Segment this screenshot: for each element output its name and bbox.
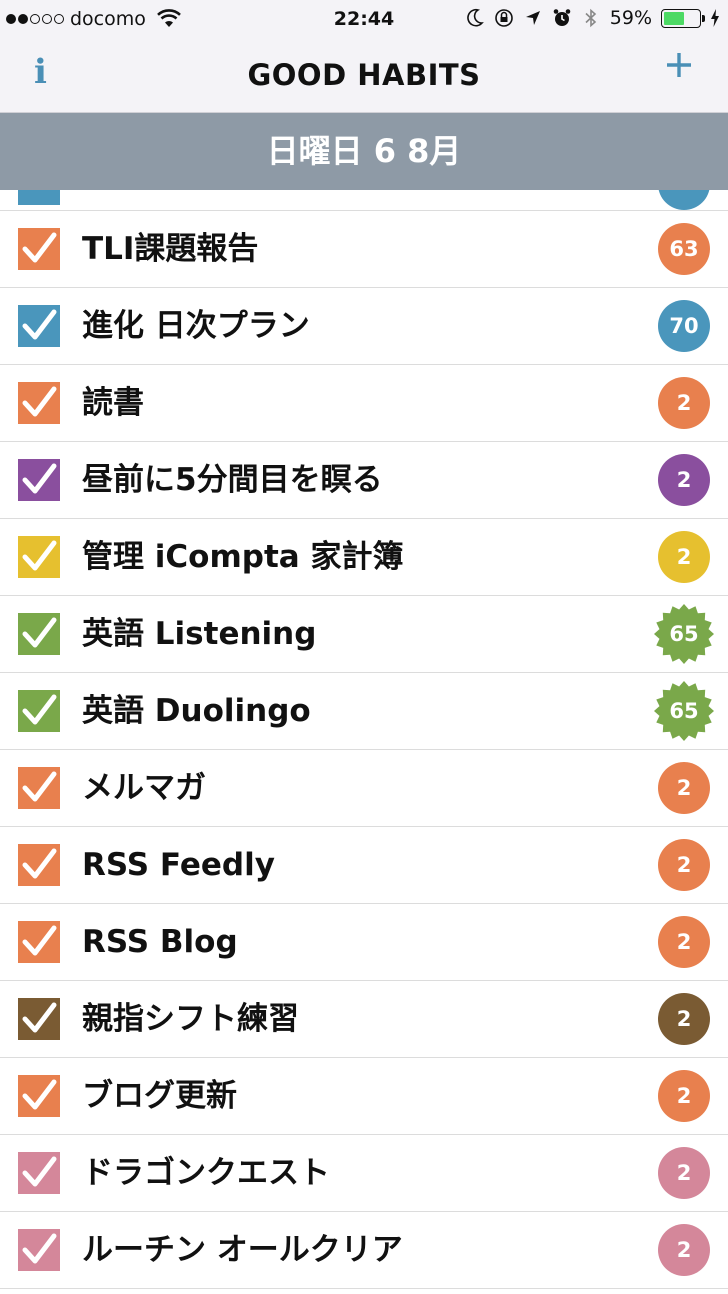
habit-checkbox[interactable]: [18, 305, 60, 347]
moon-icon: [467, 8, 484, 27]
habit-label: TLI課題報告: [82, 231, 259, 267]
habit-label: メルマガ: [82, 770, 206, 806]
habit-checkbox[interactable]: [18, 228, 60, 270]
checkmark-icon: [18, 690, 60, 732]
habit-row[interactable]: 読書 2: [0, 365, 728, 442]
alarm-icon: [553, 9, 571, 26]
habit-row[interactable]: 進化 日次プラン 70: [0, 288, 728, 365]
habit-row[interactable]: メルマガ 2: [0, 750, 728, 827]
habit-checkbox[interactable]: [18, 844, 60, 886]
habit-row[interactable]: 英語 Listening 65: [0, 596, 728, 673]
streak-count-badge: 2: [658, 993, 710, 1045]
streak-count: 65: [669, 699, 699, 723]
habit-checkbox[interactable]: [18, 382, 60, 424]
status-bar: docomo 22:44 59%: [0, 0, 728, 40]
streak-count-badge: 65: [654, 604, 714, 664]
charging-bolt-icon: [711, 9, 719, 27]
habit-checkbox[interactable]: [18, 459, 60, 501]
checkmark-icon: [18, 228, 60, 270]
habit-checkbox[interactable]: [18, 921, 60, 963]
habit-row[interactable]: RSS Blog 2: [0, 904, 728, 981]
habit-checkbox[interactable]: [18, 613, 60, 655]
partial-habit-row: [0, 190, 728, 211]
habit-checkbox[interactable]: [18, 536, 60, 578]
checkmark-icon: [18, 305, 60, 347]
checkmark-icon: [18, 536, 60, 578]
add-habit-button[interactable]: [666, 52, 692, 78]
habit-label: RSS Feedly: [82, 847, 275, 883]
status-icons: 59%: [465, 7, 720, 29]
partial-checkbox: [18, 190, 60, 205]
partial-streak-badge: [658, 190, 710, 210]
checkmark-icon: [18, 844, 60, 886]
battery-percent: 59%: [609, 7, 652, 29]
battery-icon: [661, 8, 705, 28]
battery-level: [664, 11, 685, 25]
page-title: GOOD HABITS: [247, 58, 481, 92]
checkmark-icon: [18, 1152, 60, 1194]
habit-label: ブログ更新: [82, 1078, 237, 1114]
streak-count-badge: 2: [658, 1070, 710, 1122]
habit-label: 読書: [82, 385, 144, 421]
date-header: 日曜日 6 8月: [0, 113, 728, 190]
checkmark-icon: [18, 613, 60, 655]
habit-row[interactable]: ルーチン オールクリア 2: [0, 1212, 728, 1289]
checkmark-icon: [18, 998, 60, 1040]
habit-row[interactable]: ドラゴンクエスト 2: [0, 1135, 728, 1212]
habit-row[interactable]: 昼前に5分間目を瞑る 2: [0, 442, 728, 519]
habit-label: ルーチン オールクリア: [82, 1232, 403, 1268]
habit-list: TLI課題報告 63 進化 日次プラン 70 読書 2 昼前に5分間目を瞑る 2 管理 iCom…: [0, 190, 728, 1294]
streak-count-badge: 65: [654, 681, 714, 741]
streak-count-badge: 2: [658, 1224, 710, 1276]
habit-label: RSS Blog: [82, 924, 238, 960]
checkmark-icon: [18, 921, 60, 963]
habit-checkbox[interactable]: [18, 1152, 60, 1194]
habit-label: 親指シフト練習: [82, 1001, 299, 1037]
habit-row[interactable]: RSS Feedly 2: [0, 827, 728, 904]
habit-checkbox[interactable]: [18, 767, 60, 809]
habit-checkbox[interactable]: [18, 998, 60, 1040]
checkmark-icon: [18, 382, 60, 424]
checkmark-icon: [18, 459, 60, 501]
streak-count: 65: [669, 622, 699, 646]
streak-count-badge: 70: [658, 300, 710, 352]
streak-count-badge: 2: [658, 839, 710, 891]
habit-label: ドラゴンクエスト: [82, 1155, 330, 1191]
streak-count-badge: 63: [658, 223, 710, 275]
streak-count-badge: 2: [658, 454, 710, 506]
habit-label: 英語 Duolingo: [82, 693, 311, 729]
streak-count-badge: 2: [658, 1147, 710, 1199]
habit-row[interactable]: 親指シフト練習 2: [0, 981, 728, 1058]
habit-checkbox[interactable]: [18, 1229, 60, 1271]
habit-label: 管理 iCompta 家計簿: [82, 539, 404, 575]
checkmark-icon: [18, 1075, 60, 1117]
habit-row[interactable]: TLI課題報告 63: [0, 211, 728, 288]
streak-count-badge: 2: [658, 531, 710, 583]
habit-row[interactable]: 英語 Duolingo 65: [0, 673, 728, 750]
habit-row[interactable]: ブログ更新 2: [0, 1058, 728, 1135]
streak-count-badge: 2: [658, 377, 710, 429]
bluetooth-icon: [585, 8, 596, 28]
habit-label: 昼前に5分間目を瞑る: [82, 462, 383, 498]
orientation-lock-icon: [494, 9, 513, 27]
location-arrow-icon: [525, 11, 540, 25]
navigation-bar: i GOOD HABITS: [0, 40, 728, 113]
streak-count-badge: 2: [658, 916, 710, 968]
habit-checkbox[interactable]: [18, 690, 60, 732]
habit-row[interactable]: 管理 iCompta 家計簿 2: [0, 519, 728, 596]
habit-checkbox[interactable]: [18, 1075, 60, 1117]
checkmark-icon: [18, 1229, 60, 1271]
streak-count-badge: 2: [658, 762, 710, 814]
habit-label: 英語 Listening: [82, 616, 317, 652]
habit-label: 進化 日次プラン: [82, 308, 310, 344]
checkmark-icon: [18, 767, 60, 809]
